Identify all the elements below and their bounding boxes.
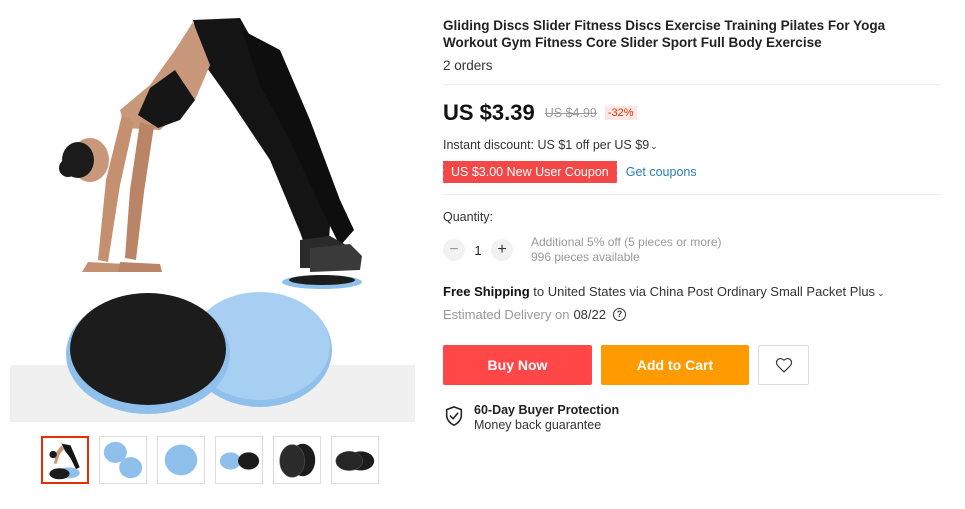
current-price: US $3.39 <box>443 100 535 125</box>
divider <box>443 84 941 85</box>
buyer-protection-text: 60-Day Buyer Protection Money back guara… <box>474 403 619 433</box>
main-product-image[interactable] <box>10 10 415 422</box>
heart-icon <box>775 357 792 373</box>
quantity-label: Quantity: <box>443 210 494 224</box>
discount-badge: -32% <box>604 106 637 120</box>
thumbnail-single-blue-disc[interactable] <box>157 436 205 484</box>
thumbnail-two-blue-discs[interactable] <box>99 436 147 484</box>
wishlist-button[interactable] <box>758 345 809 385</box>
estimated-delivery-label: Estimated Delivery on <box>443 307 570 322</box>
original-price: US $4.99 <box>544 106 597 120</box>
product-title: Gliding Discs Slider Fitness Discs Exerc… <box>443 18 886 50</box>
quantity-info: Additional 5% off (5 pieces or more) 996… <box>531 235 722 265</box>
increase-quantity-button[interactable]: + <box>491 239 513 261</box>
shield-check-icon <box>445 406 463 426</box>
coupon-row: US $3.00 New User Coupon Get coupons <box>443 161 697 183</box>
buy-now-button[interactable]: Buy Now <box>443 345 592 385</box>
thumbnail-two-black-discs-angled[interactable] <box>273 436 321 484</box>
divider <box>443 194 941 195</box>
instant-discount-text: Instant discount: US $1 off per US $9 <box>443 138 650 152</box>
shipping-info[interactable]: Free Shipping to United States via China… <box>443 284 885 299</box>
quantity-stepper: − 1 + Additional 5% off (5 pieces or mor… <box>443 235 722 265</box>
bulk-discount-note: Additional 5% off (5 pieces or more) <box>531 235 722 249</box>
question-circle-icon[interactable]: ? <box>613 308 626 321</box>
get-coupons-link[interactable]: Get coupons <box>626 165 697 179</box>
buyer-protection-title: 60-Day Buyer Protection <box>474 403 620 417</box>
stock-available: 996 pieces available <box>531 250 640 264</box>
thumbnail-two-black-discs-overlap[interactable] <box>331 436 379 484</box>
order-count: 2 orders <box>443 58 493 73</box>
free-shipping-label: Free Shipping <box>443 284 530 299</box>
shipping-detail: to United States via China Post Ordinary… <box>533 284 876 299</box>
action-buttons: Buy Now Add to Cart <box>443 345 809 385</box>
chevron-down-icon: ⌄ <box>650 141 658 151</box>
thumbnail-blue-and-black-discs[interactable] <box>215 436 263 484</box>
price-row: US $3.39 US $4.99 -32% <box>443 100 637 126</box>
quantity-value[interactable]: 1 <box>465 243 491 258</box>
instant-discount[interactable]: Instant discount: US $1 off per US $9⌄ <box>443 138 658 152</box>
estimated-delivery-date: 08/22 <box>573 307 606 322</box>
chevron-down-icon: ⌄ <box>877 288 885 298</box>
product-gallery <box>10 10 415 490</box>
decrease-quantity-button[interactable]: − <box>443 239 465 261</box>
thumbnail-strip <box>41 436 379 484</box>
thumbnail-model-with-discs[interactable] <box>41 436 89 484</box>
buyer-protection: 60-Day Buyer Protection Money back guara… <box>443 403 619 433</box>
estimated-delivery: Estimated Delivery on 08/22 ? <box>443 307 626 322</box>
add-to-cart-button[interactable]: Add to Cart <box>601 345 749 385</box>
buyer-protection-subtitle: Money back guarantee <box>474 418 602 432</box>
new-user-coupon[interactable]: US $3.00 New User Coupon <box>443 161 617 183</box>
